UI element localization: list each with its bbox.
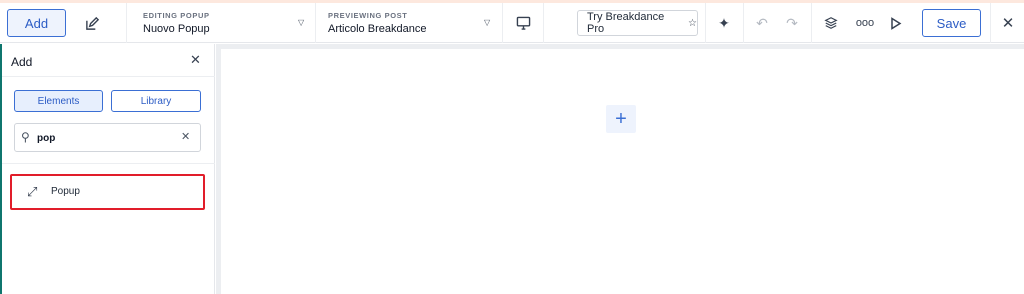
tab-library[interactable]: Library	[111, 90, 201, 112]
more-icon[interactable]: ooo	[852, 3, 878, 43]
sparkle-icon: ☆	[688, 17, 697, 29]
add-button[interactable]: Add	[7, 9, 66, 37]
toolbar-divider	[990, 3, 991, 43]
toolbar-divider	[126, 3, 127, 43]
ai-sparkle-icon[interactable]: ✦	[709, 3, 739, 43]
redo-icon[interactable]: ↷	[781, 3, 803, 43]
toolbar-divider	[543, 3, 544, 43]
top-toolbar: Add EDITING POPUP Nuovo Popup ▽ PREVIEWI…	[0, 3, 1024, 43]
builder-canvas[interactable]	[221, 49, 1024, 294]
plus-icon[interactable]: +	[606, 105, 636, 133]
toolbar-divider	[811, 3, 812, 43]
save-button[interactable]: Save	[922, 9, 981, 37]
close-icon[interactable]: ✕	[190, 52, 201, 68]
undo-icon[interactable]: ↶	[751, 3, 773, 43]
toolbar-divider	[705, 3, 706, 43]
search-icon: ⚲	[21, 130, 30, 144]
expand-arrows-icon: ⤢	[27, 184, 38, 199]
previewing-post-dropdown[interactable]: PREVIEWING POST Articolo Breakdance ▽	[328, 3, 498, 43]
element-result-label: Popup	[51, 186, 80, 197]
desktop-icon[interactable]	[508, 3, 538, 43]
left-edge-strip	[0, 44, 2, 294]
layers-icon[interactable]	[818, 3, 844, 43]
add-panel: Add ✕ Elements Library ⚲ ✕ ⤢ Popup	[0, 44, 215, 294]
edit-icon[interactable]	[77, 3, 107, 43]
previewing-value: Articolo Breakdance	[328, 23, 427, 35]
tab-elements[interactable]: Elements	[14, 90, 103, 112]
try-pro-label: Try Breakdance Pro	[587, 11, 665, 35]
clear-search-icon[interactable]: ✕	[181, 130, 190, 143]
divider	[0, 76, 215, 77]
toolbar-divider	[502, 3, 503, 43]
try-breakdance-pro-button[interactable]: Try Breakdance Pro ☆	[577, 10, 698, 36]
toolbar-divider	[315, 3, 316, 43]
divider	[0, 163, 215, 164]
previewing-caption: PREVIEWING POST	[328, 11, 408, 20]
editing-value: Nuovo Popup	[143, 23, 210, 35]
editing-caption: EDITING POPUP	[143, 11, 210, 20]
play-icon[interactable]	[883, 3, 909, 43]
chevron-down-icon: ▽	[298, 18, 305, 27]
search-input[interactable]	[37, 130, 177, 146]
close-icon[interactable]: ✕	[996, 3, 1020, 43]
panel-title: Add	[11, 55, 33, 69]
toolbar-divider	[743, 3, 744, 43]
editing-popup-dropdown[interactable]: EDITING POPUP Nuovo Popup ▽	[143, 3, 313, 43]
search-box: ⚲ ✕	[14, 123, 201, 152]
element-result-popup[interactable]: ⤢ Popup	[10, 174, 205, 210]
chevron-down-icon: ▽	[484, 18, 491, 27]
